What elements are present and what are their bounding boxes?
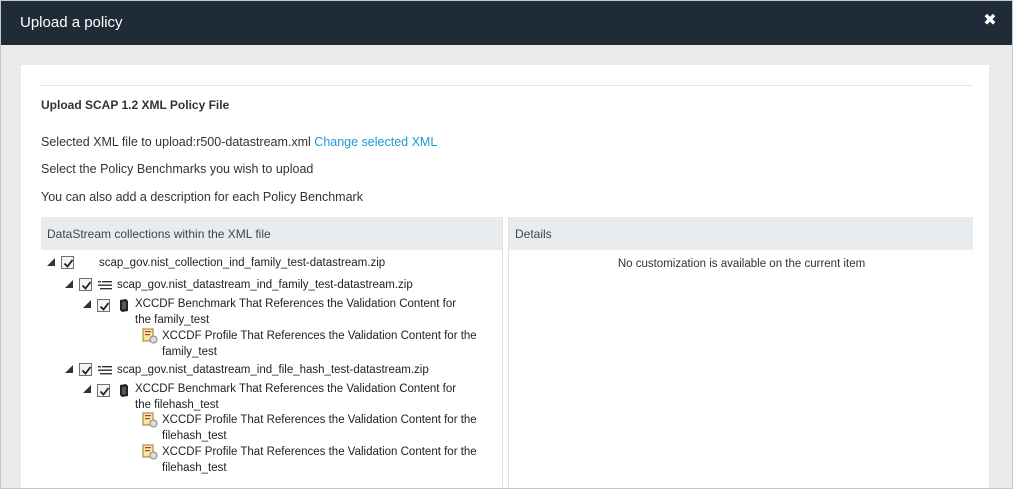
profile-icon xyxy=(142,412,158,428)
node-checkbox[interactable] xyxy=(97,384,110,397)
collapse-arrow-icon[interactable] xyxy=(83,300,91,308)
node-label[interactable]: XCCDF Benchmark That References the Vali… xyxy=(135,381,475,413)
node-label[interactable]: scap_gov.nist_datastream_ind_family_test… xyxy=(117,277,413,293)
tree-node: XCCDF Benchmark That References the Vali… xyxy=(41,295,501,329)
profile-icon xyxy=(142,328,158,344)
dialog-title: Upload a policy xyxy=(20,14,123,31)
benchmark-icon xyxy=(117,298,131,312)
details-empty-message: No customization is available on the cur… xyxy=(617,258,866,270)
node-checkbox[interactable] xyxy=(79,278,92,291)
collapse-arrow-icon[interactable] xyxy=(47,258,55,266)
profile-icon xyxy=(142,444,158,460)
node-checkbox[interactable] xyxy=(97,299,110,312)
dialog-titlebar: Upload a policy ✖ xyxy=(1,1,1012,45)
selected-file-text: Selected XML file to upload:r500-datastr… xyxy=(41,135,311,149)
tree-header: DataStream collections within the XML fi… xyxy=(41,217,502,250)
datastream-icon xyxy=(98,278,112,292)
divider xyxy=(41,85,973,86)
details-header: Details xyxy=(509,217,973,250)
node-label[interactable]: XCCDF Benchmark That References the Vali… xyxy=(135,296,475,328)
node-label[interactable]: XCCDF Profile That References the Valida… xyxy=(162,328,482,360)
node-label[interactable]: XCCDF Profile That References the Valida… xyxy=(162,412,482,444)
tree-node: scap_gov.nist_datastream_ind_file_hash_t… xyxy=(41,361,501,379)
benchmark-icon xyxy=(117,383,131,397)
collapse-arrow-icon[interactable] xyxy=(83,385,91,393)
selected-file-line: Selected XML file to upload:r500-datastr… xyxy=(41,135,437,149)
tree-node: XCCDF Benchmark That References the Vali… xyxy=(41,380,501,414)
datastream-tree-panel: DataStream collections within the XML fi… xyxy=(41,217,503,488)
close-button[interactable]: ✖ xyxy=(982,12,998,30)
node-label[interactable]: scap_gov.nist_datastream_ind_file_hash_t… xyxy=(117,362,429,378)
tree-node: XCCDF Profile That References the Valida… xyxy=(41,443,501,477)
instruction-select: Select the Policy Benchmarks you wish to… xyxy=(41,162,314,176)
node-label[interactable]: XCCDF Profile That References the Valida… xyxy=(162,444,482,476)
tree-node: XCCDF Profile That References the Valida… xyxy=(41,411,501,445)
node-checkbox[interactable] xyxy=(61,256,74,269)
tree-node: XCCDF Profile That References the Valida… xyxy=(41,327,501,361)
change-selected-xml-link[interactable]: Change selected XML xyxy=(314,135,437,149)
collapse-arrow-icon[interactable] xyxy=(65,365,73,373)
close-icon: ✖ xyxy=(983,12,997,29)
node-label[interactable]: scap_gov.nist_collection_ind_family_test… xyxy=(99,255,385,271)
datastream-icon xyxy=(98,363,112,377)
upload-policy-dialog: Upload a policy ✖ Upload SCAP 1.2 XML Po… xyxy=(0,0,1013,489)
section-title: Upload SCAP 1.2 XML Policy File xyxy=(41,98,230,112)
dialog-body: Upload SCAP 1.2 XML Policy File Selected… xyxy=(21,65,989,488)
details-panel: Details No customization is available on… xyxy=(508,217,973,488)
node-checkbox[interactable] xyxy=(79,363,92,376)
collapse-arrow-icon[interactable] xyxy=(65,280,73,288)
tree-node: scap_gov.nist_datastream_ind_family_test… xyxy=(41,276,501,294)
instruction-description: You can also add a description for each … xyxy=(41,190,363,204)
tree-node: scap_gov.nist_collection_ind_family_test… xyxy=(41,254,501,272)
